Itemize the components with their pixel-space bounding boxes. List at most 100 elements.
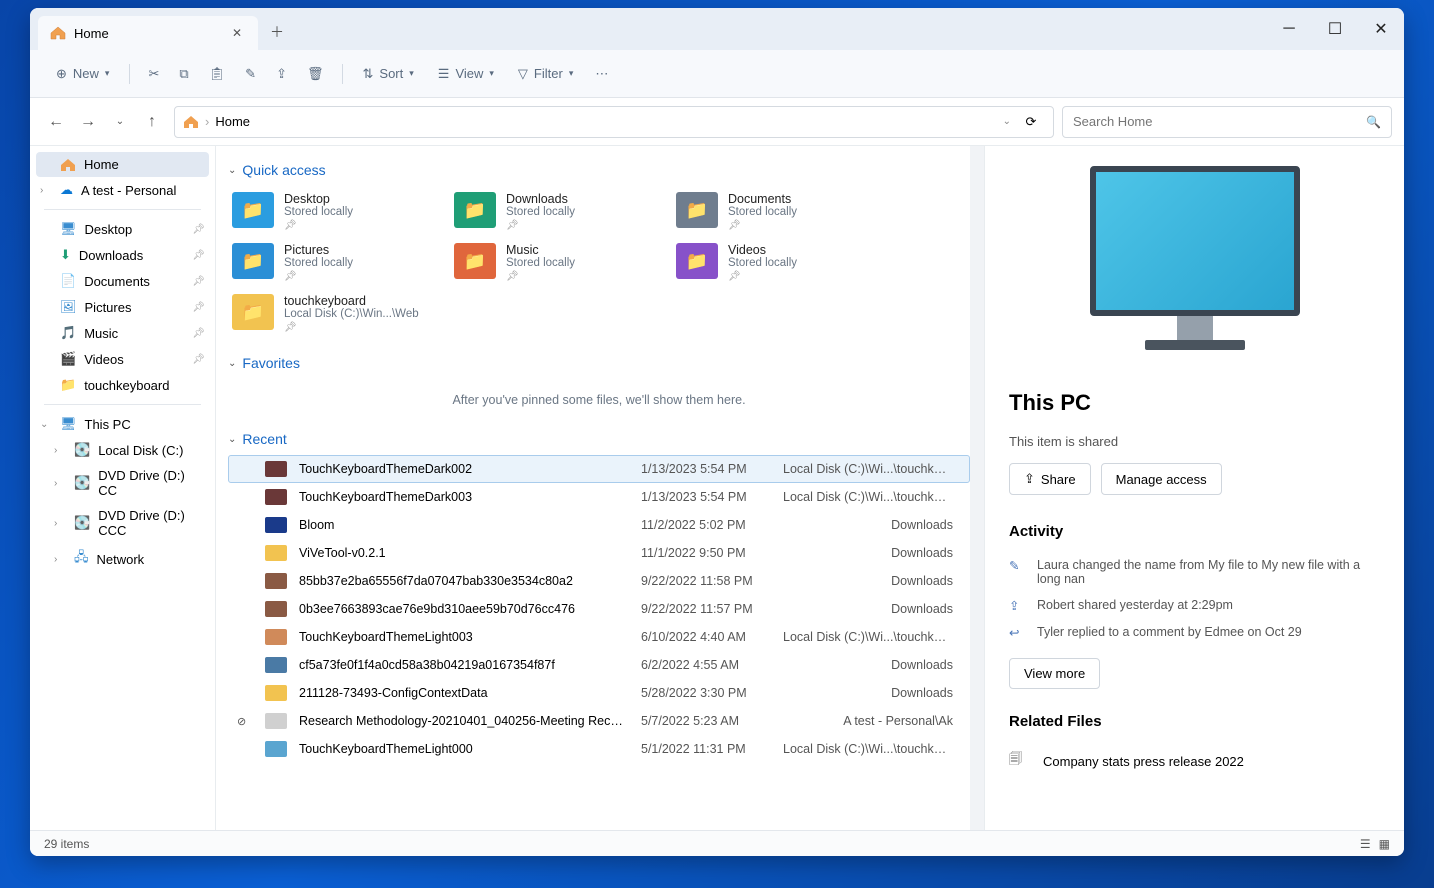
recent-file-row[interactable]: TouchKeyboardThemeLight0036/10/2022 4:40… — [228, 623, 970, 651]
activity-icon: ⇪ — [1009, 598, 1025, 613]
recent-file-row[interactable]: TouchKeyboardThemeLight0005/1/2022 11:31… — [228, 735, 970, 763]
pin-icon: 📌︎ — [192, 302, 205, 313]
recent-file-row[interactable]: ViVeTool-v0.2.111/1/2022 9:50 PMDownload… — [228, 539, 970, 567]
details-shared-text: This item is shared — [1009, 434, 1380, 449]
refresh-button[interactable]: ⟳ — [1017, 108, 1045, 136]
sidebar-item-pictures[interactable]: 🖼Pictures📌︎ — [30, 294, 215, 320]
chevron-right-icon[interactable]: › — [40, 185, 43, 196]
quick-access-item[interactable]: 📁VideosStored locally📌︎ — [672, 237, 894, 288]
breadcrumb[interactable]: › Home ⌄ ⟳ — [174, 106, 1054, 138]
section-favorites[interactable]: ⌄Favorites — [228, 351, 970, 379]
more-button[interactable]: ⋯ — [589, 60, 614, 88]
folder-icon: 📁 — [676, 192, 718, 228]
quick-access-item[interactable]: 📁DownloadsStored locally📌︎ — [450, 186, 672, 237]
sort-button[interactable]: ⇅Sort▾ — [355, 60, 422, 88]
related-file-item[interactable]: 🗐Company stats press release 2022 — [1009, 742, 1380, 780]
folder-icon: 📁 — [676, 243, 718, 279]
drive-icon: 💽 — [74, 442, 90, 458]
up-button[interactable]: ↑ — [138, 108, 166, 136]
sidebar-item-desktop[interactable]: 🖥︎Desktop📌︎ — [30, 216, 215, 242]
folder-icon: 📁 — [232, 294, 274, 330]
file-icon — [265, 489, 287, 505]
chevron-right-icon[interactable]: › — [54, 554, 57, 565]
rename-button[interactable]: ✎ — [239, 60, 262, 88]
sidebar-item-onedrive[interactable]: › ☁ A test - Personal — [30, 177, 215, 203]
sidebar-item-music[interactable]: 🎵Music📌︎ — [30, 320, 215, 346]
quick-access-item[interactable]: 📁MusicStored locally📌︎ — [450, 237, 672, 288]
window-controls: ─ ☐ ✕ — [1266, 13, 1404, 45]
sidebar-item-videos[interactable]: 🎬Videos📌︎ — [30, 346, 215, 372]
chevron-right-icon[interactable]: › — [54, 478, 57, 489]
folder-icon: ⬇ — [60, 247, 71, 263]
recent-file-row[interactable]: 85bb37e2ba65556f7da07047bab330e3534c80a2… — [228, 567, 970, 595]
scrollbar[interactable] — [970, 146, 984, 830]
file-icon — [265, 685, 287, 701]
sidebar-item-drive[interactable]: ›💽DVD Drive (D:) CCC — [30, 503, 215, 543]
recent-file-row[interactable]: ⊘Research Methodology-20210401_040256-Me… — [228, 707, 970, 735]
drive-icon: 💽 — [74, 475, 90, 491]
view-details-icon[interactable]: ☰ — [1360, 837, 1371, 851]
sidebar-item-drive[interactable]: ›💽Local Disk (C:) — [30, 437, 215, 463]
recent-file-row[interactable]: TouchKeyboardThemeDark0021/13/2023 5:54 … — [228, 455, 970, 483]
file-explorer-window: Home ✕ ＋ ─ ☐ ✕ ⊕New▾ ✂ ⧉ 📋︎ ✎ ⇪ 🗑︎ ⇅Sort… — [30, 8, 1404, 856]
cut-button[interactable]: ✂ — [142, 60, 165, 88]
sidebar-item-touchkeyboard[interactable]: 📁touchkeyboard — [30, 372, 215, 398]
breadcrumb-sep: › — [205, 114, 209, 129]
minimize-button[interactable]: ─ — [1266, 13, 1312, 45]
recent-locations-button[interactable]: ⌄ — [106, 108, 134, 136]
back-button[interactable]: ← — [42, 108, 70, 136]
share-icon: ⇪ — [1024, 471, 1035, 487]
view-button[interactable]: ☰View▾ — [430, 60, 502, 88]
pin-icon: 📌︎ — [728, 220, 797, 231]
share-button[interactable]: ⇪ — [270, 60, 293, 88]
search-box[interactable]: 🔍 — [1062, 106, 1392, 138]
view-thumbnails-icon[interactable]: ▦ — [1379, 837, 1390, 851]
maximize-button[interactable]: ☐ — [1312, 13, 1358, 45]
new-tab-button[interactable]: ＋ — [258, 14, 296, 50]
pin-icon: 📌︎ — [192, 328, 205, 339]
file-icon — [265, 629, 287, 645]
quick-access-item[interactable]: 📁PicturesStored locally📌︎ — [228, 237, 450, 288]
close-button[interactable]: ✕ — [1358, 13, 1404, 45]
share-button[interactable]: ⇪Share — [1009, 463, 1091, 495]
recent-file-row[interactable]: 211128-73493-ConfigContextData5/28/2022 … — [228, 679, 970, 707]
sidebar-item-network[interactable]: › 🖧 Network — [30, 543, 215, 575]
file-icon — [265, 517, 287, 533]
sidebar-item-thispc[interactable]: ⌄ 🖥︎ This PC — [30, 411, 215, 437]
recent-file-row[interactable]: Bloom11/2/2022 5:02 PMDownloads — [228, 511, 970, 539]
quick-access-item[interactable]: 📁touchkeyboardLocal Disk (C:)\Win...\Web… — [228, 288, 450, 339]
tab-home[interactable]: Home ✕ — [38, 16, 258, 50]
chevron-right-icon[interactable]: › — [54, 445, 57, 456]
file-icon — [265, 573, 287, 589]
breadcrumb-current[interactable]: Home — [215, 114, 250, 129]
recent-file-row[interactable]: cf5a73fe0f1f4a0cd58a38b04219a0167354f87f… — [228, 651, 970, 679]
activity-icon: ✎ — [1009, 558, 1025, 586]
filter-button[interactable]: ▽Filter▾ — [510, 60, 581, 88]
manage-access-button[interactable]: Manage access — [1101, 463, 1222, 495]
home-icon — [183, 115, 199, 129]
activity-heading: Activity — [1009, 523, 1380, 540]
sidebar-item-drive[interactable]: ›💽DVD Drive (D:) CC — [30, 463, 215, 503]
chevron-down-icon[interactable]: ⌄ — [40, 419, 48, 430]
recent-file-row[interactable]: TouchKeyboardThemeDark0031/13/2023 5:54 … — [228, 483, 970, 511]
breadcrumb-dropdown[interactable]: ⌄ — [1003, 116, 1011, 127]
delete-button[interactable]: 🗑︎ — [301, 60, 330, 88]
sidebar-item-documents[interactable]: 📄Documents📌︎ — [30, 268, 215, 294]
recent-file-row[interactable]: 0b3ee7663893cae76e9bd310aee59b70d76cc476… — [228, 595, 970, 623]
chevron-right-icon[interactable]: › — [54, 518, 57, 529]
forward-button[interactable]: → — [74, 108, 102, 136]
check-icon: ⊘ — [237, 715, 253, 728]
sidebar: Home › ☁ A test - Personal 🖥︎Desktop📌︎⬇D… — [30, 146, 216, 830]
paste-button[interactable]: 📋︎ — [203, 60, 232, 88]
quick-access-item[interactable]: 📁DesktopStored locally📌︎ — [228, 186, 450, 237]
section-recent[interactable]: ⌄Recent — [228, 427, 970, 455]
quick-access-item[interactable]: 📁DocumentsStored locally📌︎ — [672, 186, 894, 237]
search-input[interactable] — [1073, 114, 1366, 129]
tab-close-button[interactable]: ✕ — [228, 24, 246, 42]
new-button[interactable]: ⊕New▾ — [48, 60, 117, 88]
sidebar-item-downloads[interactable]: ⬇Downloads📌︎ — [30, 242, 215, 268]
copy-button[interactable]: ⧉ — [173, 60, 194, 88]
view-more-button[interactable]: View more — [1009, 658, 1100, 689]
section-quick-access[interactable]: ⌄Quick access — [228, 158, 970, 186]
sidebar-item-home[interactable]: Home — [36, 152, 209, 177]
